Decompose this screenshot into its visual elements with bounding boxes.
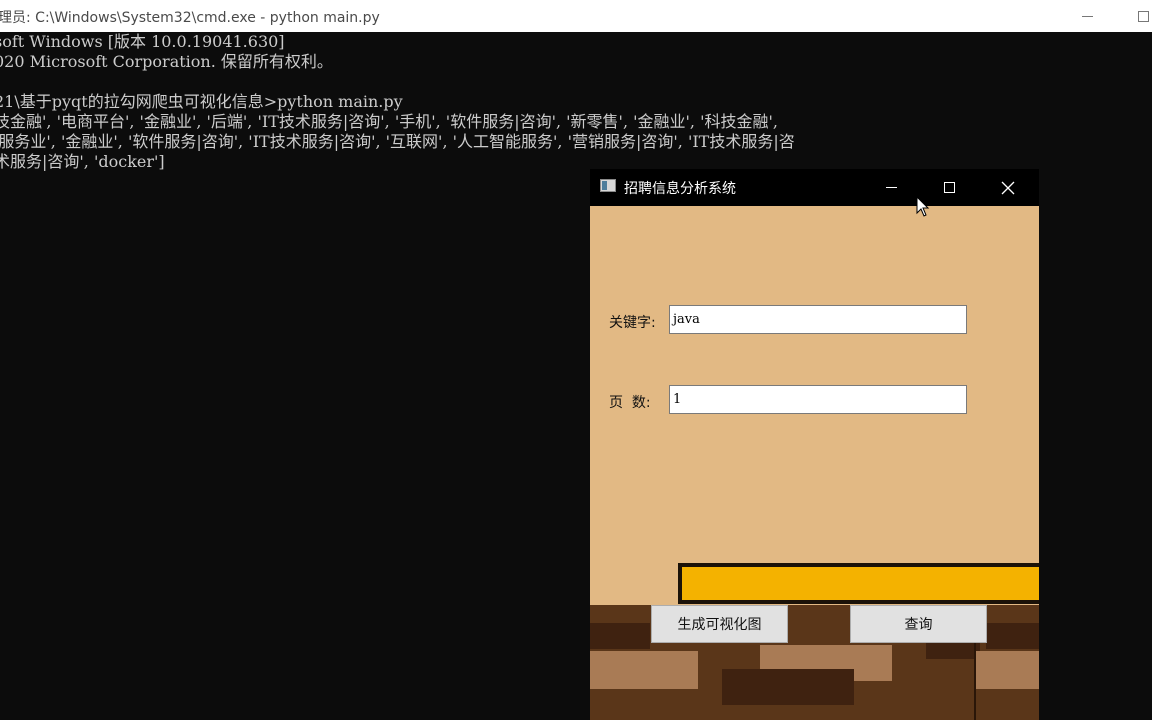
minimize-icon xyxy=(1081,15,1093,17)
console-line: 技金融', '电商平台', '金融业', '后端', 'IT技术服务|咨询', … xyxy=(0,112,778,131)
app-maximize-button[interactable] xyxy=(926,169,972,206)
console-line: 术服务|咨询', 'docker'] xyxy=(0,152,165,171)
app-window[interactable]: 招聘信息分析系统 关键字: java 页 数: 1 生成可视化图 查询 xyxy=(590,169,1039,720)
maximize-icon xyxy=(1137,10,1149,22)
maximize-icon xyxy=(943,182,955,193)
console-title: 理员: C:\Windows\System32\cmd.exe - python… xyxy=(0,10,380,26)
minimize-icon xyxy=(885,187,897,188)
gold-block-decoration xyxy=(678,563,1039,604)
console-line: 21\基于pyqt的拉勾网爬虫可视化信息>python main.py xyxy=(0,92,403,111)
console-line: 020 Microsoft Corporation. 保留所有权利。 xyxy=(0,52,333,71)
app-title: 招聘信息分析系统 xyxy=(624,181,736,197)
console-maximize-button[interactable] xyxy=(1120,0,1152,32)
pages-input[interactable]: 1 xyxy=(669,385,967,414)
keyword-label: 关键字: xyxy=(609,315,656,331)
console-minimize-button[interactable] xyxy=(1064,0,1110,32)
app-close-button[interactable] xyxy=(985,169,1031,206)
generate-visualization-button[interactable]: 生成可视化图 xyxy=(651,605,788,643)
console-titlebar[interactable]: 理员: C:\Windows\System32\cmd.exe - python… xyxy=(0,0,1152,32)
app-titlebar[interactable]: 招聘信息分析系统 xyxy=(590,169,1039,206)
close-icon xyxy=(1001,181,1015,194)
app-body: 关键字: java 页 数: 1 生成可视化图 查询 xyxy=(590,206,1039,720)
console-line: soft Windows [版本 10.0.19041.630] xyxy=(0,32,285,51)
window-icon xyxy=(600,179,616,192)
console-line: '服务业', '金融业', '软件服务|咨询', 'IT技术服务|咨询', '互… xyxy=(0,132,795,151)
pages-label: 页 数: xyxy=(609,395,651,411)
query-button[interactable]: 查询 xyxy=(850,605,987,643)
mouse-cursor-icon xyxy=(916,196,930,217)
keyword-input[interactable]: java xyxy=(669,305,967,334)
app-minimize-button[interactable] xyxy=(868,169,914,206)
